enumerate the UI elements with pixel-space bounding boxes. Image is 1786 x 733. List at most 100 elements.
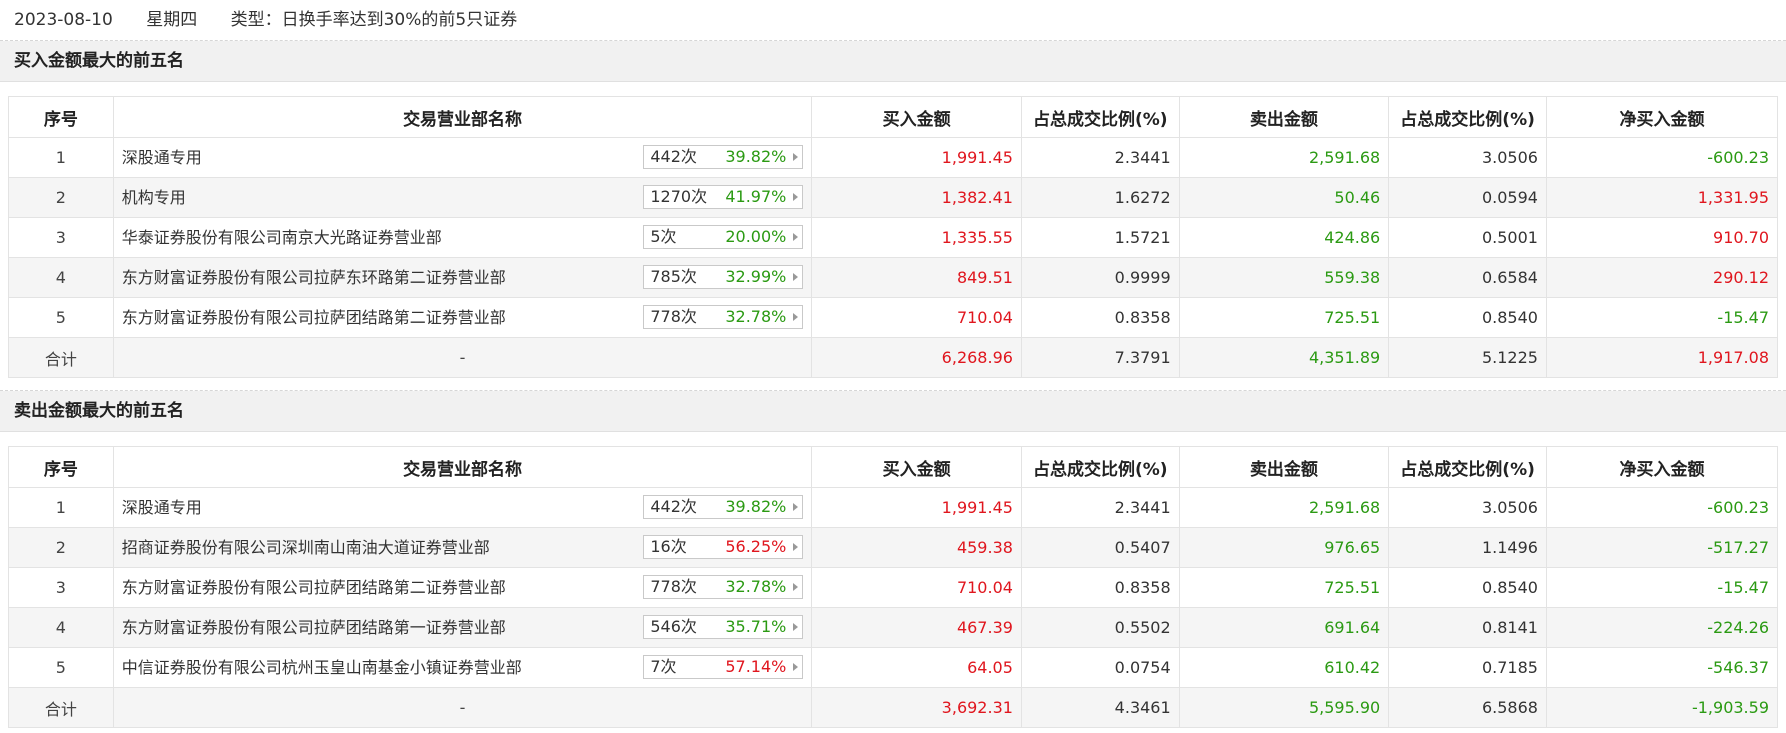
buy-top5-table: 序号 交易营业部名称 买入金额 占总成交比例(%) 卖出金额 占总成交比例(%) 净买入金额… — [8, 96, 1779, 378]
broker-stats-button[interactable]: 16次 56.25% — [643, 535, 804, 559]
broker-stats-button[interactable]: 5次 20.00% — [643, 225, 804, 249]
sell-top5-table: 序号 交易营业部名称 买入金额 占总成交比例(%) 卖出金额 占总成交比例(%) 净买入金额… — [8, 446, 1779, 728]
buy-amount: 1,335.55 — [811, 217, 1022, 258]
win-rate: 32.78% — [725, 577, 787, 596]
win-rate: 41.97% — [725, 187, 787, 206]
row-index: 1 — [8, 487, 114, 528]
broker-stats-button[interactable]: 7次 57.14% — [643, 655, 804, 679]
row-index: 4 — [8, 257, 114, 298]
list-type: 类型：日换手率达到30%的前5只证券 — [230, 10, 518, 30]
broker-cell: 东方财富证券股份有限公司拉萨团结路第二证券营业部 778次 32.78% — [112, 297, 813, 338]
broker-name[interactable]: 东方财富证券股份有限公司拉萨东环路第二证券营业部 — [122, 264, 506, 288]
sell-amount: 691.64 — [1178, 607, 1390, 648]
appearance-count: 5次 — [650, 227, 677, 246]
net-buy-amount: -15.47 — [1545, 297, 1779, 338]
total-name-placeholder: - — [112, 337, 813, 378]
row-index: 2 — [8, 177, 114, 218]
broker-name[interactable]: 华泰证券股份有限公司南京大光路证券营业部 — [122, 224, 442, 248]
sell-amount: 610.42 — [1178, 647, 1390, 688]
section-divider — [0, 378, 1786, 391]
row-index: 4 — [8, 607, 114, 648]
column-header: 序号 — [8, 96, 114, 138]
total-label: 合计 — [8, 337, 114, 378]
buy-ratio: 0.5502 — [1020, 607, 1180, 648]
caret-right-icon — [793, 623, 799, 631]
table-row: 4 东方财富证券股份有限公司拉萨东环路第二证券营业部 785次 32.99% 849.5… — [8, 257, 1779, 298]
sell-ratio: 0.7185 — [1388, 647, 1547, 688]
column-header: 净买入金额 — [1545, 446, 1779, 488]
weekday: 星期四 — [146, 10, 198, 30]
total-buy-amount: 6,268.96 — [811, 337, 1022, 378]
sell-ratio: 0.8540 — [1388, 567, 1547, 608]
broker-cell: 东方财富证券股份有限公司拉萨团结路第二证券营业部 778次 32.78% — [112, 567, 813, 608]
trade-date: 2023-08-10 — [14, 10, 113, 30]
sell-amount: 725.51 — [1178, 297, 1390, 338]
broker-stats-button[interactable]: 778次 32.78% — [643, 575, 804, 599]
broker-stats-button[interactable]: 785次 32.99% — [643, 265, 804, 289]
win-rate: 20.00% — [725, 227, 787, 246]
broker-name[interactable]: 深股通专用 — [122, 494, 202, 518]
buy-ratio: 0.8358 — [1020, 567, 1180, 608]
total-label: 合计 — [8, 687, 114, 728]
column-header: 占总成交比例(%) — [1020, 446, 1180, 488]
caret-right-icon — [793, 313, 799, 321]
win-rate: 32.99% — [725, 267, 787, 286]
broker-name[interactable]: 深股通专用 — [122, 144, 202, 168]
buy-ratio: 2.3441 — [1020, 137, 1180, 178]
win-rate: 57.14% — [725, 657, 787, 676]
caret-right-icon — [793, 153, 799, 161]
broker-stats-button[interactable]: 442次 39.82% — [643, 145, 804, 169]
appearance-count: 778次 — [650, 307, 697, 326]
net-buy-amount: -600.23 — [1545, 487, 1779, 528]
net-buy-amount: 1,331.95 — [1545, 177, 1779, 218]
sell-amount: 424.86 — [1178, 217, 1390, 258]
column-header: 交易营业部名称 — [112, 96, 813, 138]
buy-amount: 467.39 — [811, 607, 1022, 648]
broker-name[interactable]: 招商证券股份有限公司深圳南山南油大道证券营业部 — [122, 534, 490, 558]
appearance-count: 7次 — [650, 657, 677, 676]
table-header-row: 序号 交易营业部名称 买入金额 占总成交比例(%) 卖出金额 占总成交比例(%) 净买入金额 — [8, 446, 1779, 488]
win-rate: 56.25% — [725, 537, 787, 556]
column-header: 净买入金额 — [1545, 96, 1779, 138]
broker-cell: 深股通专用 442次 39.82% — [112, 487, 813, 528]
broker-name[interactable]: 中信证券股份有限公司杭州玉皇山南基金小镇证券营业部 — [122, 654, 522, 678]
broker-name[interactable]: 机构专用 — [122, 184, 186, 208]
broker-cell: 中信证券股份有限公司杭州玉皇山南基金小镇证券营业部 7次 57.14% — [112, 647, 813, 688]
caret-right-icon — [793, 543, 799, 551]
row-index: 2 — [8, 527, 114, 568]
broker-cell: 东方财富证券股份有限公司拉萨团结路第一证券营业部 546次 35.71% — [112, 607, 813, 648]
column-header: 买入金额 — [811, 446, 1022, 488]
appearance-count: 1270次 — [650, 187, 708, 206]
page-header: 2023-08-10 星期四 类型：日换手率达到30%的前5只证券 — [0, 0, 1786, 41]
table-row: 3 华泰证券股份有限公司南京大光路证券营业部 5次 20.00% 1,335.55 1.5… — [8, 217, 1779, 258]
broker-name[interactable]: 东方财富证券股份有限公司拉萨团结路第二证券营业部 — [122, 304, 506, 328]
total-row: 合计 -6,268.96 7.3791 4,351.89 5.1225 1,917.08 — [8, 337, 1779, 378]
broker-stats-button[interactable]: 778次 32.78% — [643, 305, 804, 329]
total-buy-amount: 3,692.31 — [811, 687, 1022, 728]
appearance-count: 442次 — [650, 147, 697, 166]
sell-ratio: 0.8540 — [1388, 297, 1547, 338]
row-index: 5 — [8, 647, 114, 688]
broker-name[interactable]: 东方财富证券股份有限公司拉萨团结路第一证券营业部 — [122, 614, 506, 638]
table-row: 2 机构专用 1270次 41.97% 1,382.41 1.6272 50.46 0.059… — [8, 177, 1779, 218]
net-buy-amount: 910.70 — [1545, 217, 1779, 258]
appearance-count: 778次 — [650, 577, 697, 596]
buy-ratio: 0.5407 — [1020, 527, 1180, 568]
broker-cell: 华泰证券股份有限公司南京大光路证券营业部 5次 20.00% — [112, 217, 813, 258]
buy-ratio: 0.8358 — [1020, 297, 1180, 338]
sell-section-title: 卖出金额最大的前五名 — [0, 391, 1786, 432]
sell-ratio: 3.0506 — [1388, 137, 1547, 178]
win-rate: 39.82% — [725, 147, 787, 166]
table-row: 1 深股通专用 442次 39.82% 1,991.45 2.3441 2,591.68 3.… — [8, 487, 1779, 528]
caret-right-icon — [793, 193, 799, 201]
broker-stats-button[interactable]: 1270次 41.97% — [643, 185, 804, 209]
win-rate: 35.71% — [725, 617, 787, 636]
net-buy-amount: -517.27 — [1545, 527, 1779, 568]
column-header: 占总成交比例(%) — [1020, 96, 1180, 138]
buy-ratio: 2.3441 — [1020, 487, 1180, 528]
broker-stats-button[interactable]: 442次 39.82% — [643, 495, 804, 519]
buy-amount: 1,382.41 — [811, 177, 1022, 218]
broker-name[interactable]: 东方财富证券股份有限公司拉萨团结路第二证券营业部 — [122, 574, 506, 598]
broker-stats-button[interactable]: 546次 35.71% — [643, 615, 804, 639]
column-header: 买入金额 — [811, 96, 1022, 138]
